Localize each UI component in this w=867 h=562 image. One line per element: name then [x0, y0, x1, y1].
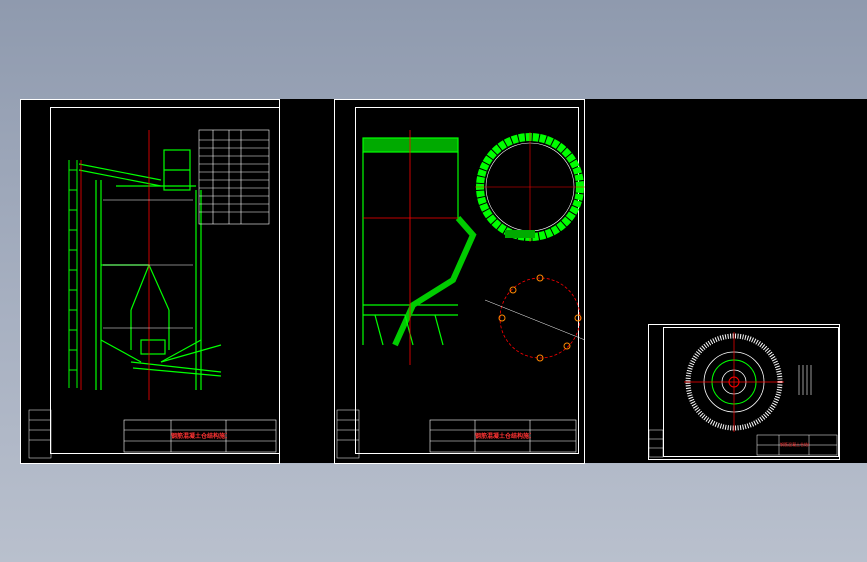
revision-table [336, 409, 360, 459]
legend-notes [798, 365, 812, 395]
revision-table [28, 409, 52, 459]
drawing-sheet-2[interactable]: 钢筋混凝土仓结构施工图 [334, 99, 586, 464]
ring-plan [475, 132, 585, 242]
cad-viewport[interactable]: 钢筋混凝土仓结构施工图 [20, 99, 867, 464]
silo-elevation [362, 137, 477, 347]
sheet-1-red-title: 钢筋混凝土仓结构施工图 [171, 433, 227, 440]
sheet-2-drawing [336, 130, 586, 459]
sheet-1-drawing [28, 129, 277, 459]
ladder [68, 160, 78, 388]
sheet-3-drawing [648, 332, 838, 458]
bottom-plan [484, 274, 586, 362]
material-table [198, 129, 270, 225]
silo-walls [78, 149, 222, 390]
radial-plan [684, 332, 784, 432]
drawing-sheet-1[interactable]: 钢筋混凝土仓结构施工图 [20, 99, 280, 464]
revision-table [648, 429, 664, 458]
sheet-3-red-title: 钢筋混凝土仓结构施工图 [780, 442, 809, 447]
elevation-centerline [363, 130, 458, 365]
sheet-2-red-title: 钢筋混凝土仓结构施工图 [475, 433, 531, 440]
drawing-sheet-3[interactable]: 钢筋混凝土仓结构施工图 [648, 324, 840, 460]
dimension-lines [103, 199, 193, 329]
